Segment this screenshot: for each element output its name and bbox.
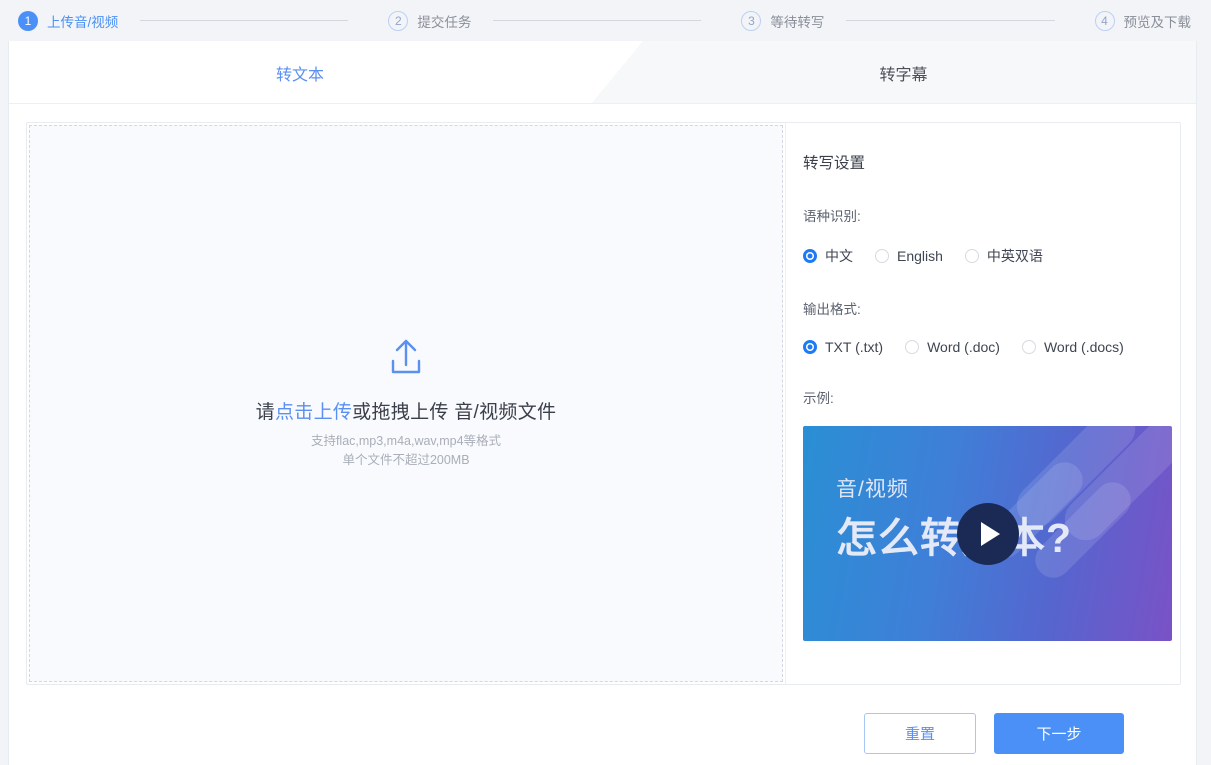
reset-button[interactable]: 重置 xyxy=(864,712,976,754)
tab-to-text-label: 转文本 xyxy=(275,66,324,84)
language-radio-group: 中文 English 中英双语 xyxy=(803,246,1180,266)
stepper-connector-3 xyxy=(846,20,1055,21)
language-option-english[interactable]: English xyxy=(875,248,943,264)
step-1-label: 上传音/视频 xyxy=(47,14,119,30)
upload-panel: 请点击上传或拖拽上传 音/视频文件 支持flac,mp3,m4a,wav,mp4… xyxy=(27,123,785,684)
dropzone-hint-formats: 支持flac,mp3,m4a,wav,mp4等格式 xyxy=(310,434,502,448)
language-option-bilingual[interactable]: 中英双语 xyxy=(964,246,1043,266)
format-option-docs[interactable]: Word (.docs) xyxy=(1021,339,1124,355)
stepper-step-2[interactable]: 2 提交任务 xyxy=(370,10,472,31)
output-format-radio-group: TXT (.txt) Word (.doc) Word (.docs) xyxy=(803,339,1180,355)
radio-unselected-icon[interactable] xyxy=(875,249,889,263)
radio-selected-icon[interactable] xyxy=(803,340,817,354)
format-option-docs-label: Word (.docs) xyxy=(1043,339,1124,355)
step-3-number: 3 xyxy=(741,10,762,31)
format-option-doc-label: Word (.doc) xyxy=(927,339,1000,355)
footer-actions: 重置 下一步 xyxy=(9,701,1196,765)
radio-unselected-icon[interactable] xyxy=(905,340,920,354)
step-4-number: 4 xyxy=(1094,10,1115,31)
step-2-label: 提交任务 xyxy=(417,14,472,30)
dropzone-upload-link[interactable]: 点击上传 xyxy=(275,402,352,423)
content-card: 请点击上传或拖拽上传 音/视频文件 支持flac,mp3,m4a,wav,mp4… xyxy=(26,122,1181,685)
step-2-number: 2 xyxy=(388,10,409,31)
tab-bar-divider xyxy=(9,103,1196,104)
step-4-label: 预览及下载 xyxy=(1123,14,1192,30)
stepper-step-4[interactable]: 4 预览及下载 xyxy=(1077,10,1211,31)
radio-selected-icon[interactable] xyxy=(803,249,817,263)
dropzone-hint-size: 单个文件不超过200MB xyxy=(342,453,470,467)
format-option-doc[interactable]: Word (.doc) xyxy=(905,339,1000,355)
format-option-txt-label: TXT (.txt) xyxy=(825,339,884,355)
step-1-number: 1 xyxy=(18,10,38,31)
progress-stepper: 1 上传音/视频 2 提交任务 3 等待转写 4 预览及下载 xyxy=(0,0,1211,41)
tab-to-subtitle[interactable]: 转字幕 xyxy=(591,41,1196,104)
dropzone-prompt-suffix: 或拖拽上传 音/视频文件 xyxy=(352,402,557,423)
example-label: 示例: xyxy=(803,391,834,406)
step-3-label: 等待转写 xyxy=(770,14,825,30)
language-option-chinese-label: 中文 xyxy=(825,248,853,264)
settings-title: 转写设置 xyxy=(803,155,866,172)
language-option-bilingual-label: 中英双语 xyxy=(986,248,1043,264)
dropzone-prompt: 请点击上传或拖拽上传 音/视频文件 xyxy=(256,397,557,424)
language-option-chinese[interactable]: 中文 xyxy=(803,246,853,266)
next-step-button[interactable]: 下一步 xyxy=(994,712,1124,754)
transcription-settings-panel: 转写设置 语种识别: 中文 English 中英双语 输出格式: TXT (.t… xyxy=(785,123,1180,684)
language-label: 语种识别: xyxy=(803,209,861,224)
play-icon[interactable] xyxy=(956,502,1019,565)
tab-to-subtitle-label: 转字幕 xyxy=(879,66,928,84)
example-video-thumbnail[interactable]: 音/视频 怎么转文本? xyxy=(803,426,1172,641)
format-option-txt[interactable]: TXT (.txt) xyxy=(803,339,883,355)
upload-arrow-icon xyxy=(386,338,426,381)
stepper-step-3[interactable]: 3 等待转写 xyxy=(723,10,825,31)
play-triangle xyxy=(980,521,1000,546)
stepper-connector-1 xyxy=(140,20,349,21)
main-panel: 转文本 转字幕 请点击上传或拖拽上传 音/视频文件 支持flac,mp3,m4a… xyxy=(8,41,1197,765)
thumbnail-subtitle-text: 音/视频 xyxy=(836,478,909,501)
dropzone-prompt-prefix: 请 xyxy=(255,402,275,423)
tab-to-text[interactable]: 转文本 xyxy=(9,41,591,104)
thumbnail-title-text: 怎么转文本? xyxy=(836,515,1073,561)
output-format-label: 输出格式: xyxy=(803,302,861,317)
stepper-connector-2 xyxy=(493,20,702,21)
tab-bar: 转文本 转字幕 xyxy=(9,41,1196,104)
radio-unselected-icon[interactable] xyxy=(1021,340,1036,354)
file-dropzone[interactable]: 请点击上传或拖拽上传 音/视频文件 支持flac,mp3,m4a,wav,mp4… xyxy=(29,125,783,682)
stepper-step-1[interactable]: 1 上传音/视频 xyxy=(0,10,119,31)
language-option-english-label: English xyxy=(897,248,943,264)
radio-unselected-icon[interactable] xyxy=(964,249,979,263)
